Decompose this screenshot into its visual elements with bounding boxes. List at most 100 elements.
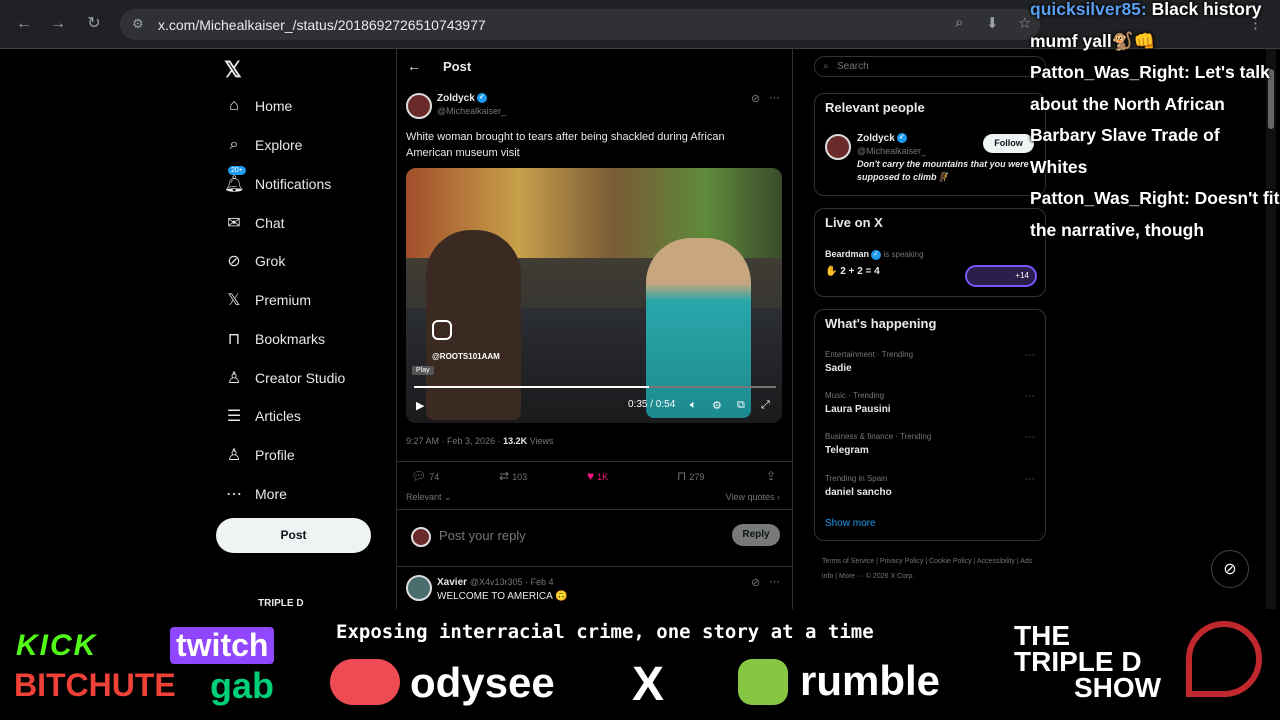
play-icon[interactable]: ▶ xyxy=(416,399,424,412)
back-arrow-icon[interactable]: ← xyxy=(407,58,421,74)
grok-icon: ⊘ xyxy=(227,253,241,270)
fullscreen-icon[interactable]: ⤢ xyxy=(761,399,770,412)
more-icon[interactable]: ⋯ xyxy=(1025,474,1035,485)
volume-icon[interactable]: 🔈︎ xyxy=(690,399,697,412)
follow-button[interactable]: Follow xyxy=(983,134,1034,153)
tweet-handle[interactable]: @Michealkaiser_ xyxy=(437,106,506,116)
account-name[interactable]: TRIPLE D xyxy=(258,598,304,609)
author-name[interactable]: Zoldyck xyxy=(437,93,475,104)
page-title: Post xyxy=(443,59,472,74)
sidebar-item-premium[interactable]: 𝕏 Premium xyxy=(224,288,311,312)
person-handle[interactable]: @Michealkaiser_ xyxy=(857,146,926,156)
reply-action[interactable]: 💬︎ 74 xyxy=(411,469,439,483)
show-logo: THE TRIPLE D SHOW xyxy=(1014,622,1161,702)
x-logo: X xyxy=(632,658,665,711)
sidebar-item-notifications[interactable]: 🔔︎ 20+ Notifications xyxy=(224,166,331,196)
tweet-author[interactable]: Zoldyck ✓ xyxy=(437,93,487,104)
address-bar[interactable]: ⚙ x.com/Michealkaiser_/status/2018692726… xyxy=(120,9,1040,40)
live-host[interactable]: Beardman ✓ is speaking xyxy=(825,249,924,260)
settings-icon[interactable]: ⚙ xyxy=(712,399,722,412)
reply-text: WELCOME TO AMERICA 🙃 xyxy=(437,591,568,602)
more-icon[interactable]: ⋯ xyxy=(1025,432,1035,443)
trend-name[interactable]: Laura Pausini xyxy=(825,404,891,415)
reply-count: 74 xyxy=(429,472,440,482)
avatar[interactable] xyxy=(406,575,432,601)
grok-icon[interactable]: ⊘ xyxy=(751,92,760,105)
twitch-logo: twitch xyxy=(170,627,275,664)
reply-author[interactable]: Xavier @X4v13r305 · Feb 4 xyxy=(437,577,554,588)
more-icon[interactable]: ⋯ xyxy=(1025,391,1035,402)
reply-button[interactable]: Reply xyxy=(732,524,780,546)
grok-fab-icon[interactable]: ⊘ xyxy=(1211,550,1249,588)
sidebar-item-creator-studio[interactable]: ♙ Creator Studio xyxy=(224,366,345,390)
install-icon[interactable]: ⬇ xyxy=(986,14,999,32)
sidebar-item-bookmarks[interactable]: ⊓ Bookmarks xyxy=(224,327,325,351)
search-icon: ⌕ xyxy=(823,61,829,72)
post-button[interactable]: Post xyxy=(216,518,371,553)
video-person-right xyxy=(646,238,751,418)
x-premium-icon: 𝕏 xyxy=(227,292,241,309)
zoom-icon[interactable]: ⌕ xyxy=(955,14,963,31)
sort-dropdown[interactable]: Relevant ⌄ xyxy=(406,492,452,503)
bookmark-icon: ⊓ xyxy=(677,469,687,483)
grok-icon[interactable]: ⊘ xyxy=(751,576,760,589)
tweet-meta: 9:27 AM · Feb 3, 2026 · 13.2K Views xyxy=(406,436,553,446)
sidebar-item-label: Grok xyxy=(255,253,286,269)
reply-input[interactable]: Post your reply xyxy=(439,528,526,543)
back-icon[interactable]: ← xyxy=(14,14,34,34)
sidebar-item-more[interactable]: ⋯ More xyxy=(224,482,287,506)
pip-icon[interactable]: ⧉ xyxy=(737,399,745,412)
share-icon[interactable]: ⇪ xyxy=(766,469,779,483)
trend-name[interactable]: daniel sancho xyxy=(825,487,892,498)
x-logo-icon[interactable]: 𝕏 xyxy=(224,57,242,83)
right-sidebar: ⌕ Search Relevant people Zoldyck ✓ @Miche… xyxy=(812,49,1046,609)
url-text[interactable]: x.com/Michealkaiser_/status/201869272651… xyxy=(158,17,486,33)
reload-icon[interactable]: ↻ xyxy=(84,14,104,34)
video-watermark: @ROOTS101AAM xyxy=(432,352,500,361)
play-tooltip: Play xyxy=(412,366,434,375)
chat-user: Patton_Was_Right: xyxy=(1030,62,1190,82)
listeners-badge[interactable]: +14 xyxy=(965,265,1037,287)
trend-name[interactable]: Telegram xyxy=(825,445,869,456)
sidebar-item-label: Profile xyxy=(255,447,295,463)
more-icon[interactable]: ⋯ xyxy=(769,91,780,104)
footer-links[interactable]: Terms of Service | Privacy Policy | Cook… xyxy=(822,554,1042,584)
divider xyxy=(397,461,792,462)
stream-chat-overlay: quicksilver85: Black history mumf yall🐒👊… xyxy=(1030,0,1280,246)
sidebar-item-label: Articles xyxy=(255,408,301,424)
repost-action[interactable]: ⇄ 103 xyxy=(499,469,527,483)
trend-name[interactable]: Sadie xyxy=(825,363,852,374)
avatar[interactable] xyxy=(406,93,432,119)
more-icon[interactable]: ⋯ xyxy=(1025,350,1035,361)
bookmark-action[interactable]: ⊓ 279 xyxy=(677,469,704,483)
sidebar-item-profile[interactable]: ♙ Profile xyxy=(224,443,295,467)
bitchute-logo: BITCHUTE xyxy=(14,667,176,703)
view-quotes-link[interactable]: View quotes › xyxy=(726,492,780,502)
like-action[interactable]: ♥ 1K xyxy=(587,469,608,483)
search-input[interactable]: ⌕ Search xyxy=(814,56,1046,77)
forward-icon[interactable]: → xyxy=(48,14,68,34)
video-time: 0:35 / 0:54 xyxy=(628,399,676,410)
banner-ticker: Exposing interracial crime, one story at… xyxy=(336,621,874,643)
tweet-time[interactable]: 9:27 AM · Feb 3, 2026 · xyxy=(406,436,503,446)
repost-count: 103 xyxy=(512,472,528,482)
sidebar-item-label: Creator Studio xyxy=(255,370,346,386)
person-name-text[interactable]: Zoldyck xyxy=(857,133,895,144)
person-name[interactable]: Zoldyck ✓ xyxy=(857,133,907,144)
video-player[interactable]: @ROOTS101AAM Play ▶ 0:35 / 0:54 🔈︎ ⚙ ⧉ ⤢ xyxy=(406,168,782,423)
sidebar-item-articles[interactable]: ☰ Articles xyxy=(224,404,301,428)
rumble-icon xyxy=(738,659,788,705)
avatar[interactable] xyxy=(825,134,851,160)
site-info-icon[interactable]: ⚙ xyxy=(132,16,144,32)
sidebar-item-home[interactable]: ⌂ Home xyxy=(224,94,292,118)
live-topic[interactable]: ✋ 2 + 2 = 4 xyxy=(825,266,880,277)
whats-happening-card: What's happening Entertainment · Trendin… xyxy=(814,309,1046,541)
more-icon[interactable]: ⋯ xyxy=(769,575,780,588)
show-more-link[interactable]: Show more xyxy=(825,518,876,529)
sidebar-item-chat[interactable]: ✉ Chat xyxy=(224,211,284,235)
sidebar-item-explore[interactable]: ⌕ Explore xyxy=(224,133,303,157)
sidebar-item-grok[interactable]: ⊘ Grok xyxy=(224,249,285,273)
video-progress-bar[interactable] xyxy=(414,386,776,388)
reply-author-name[interactable]: Xavier xyxy=(437,577,467,588)
notification-badge: 20+ xyxy=(228,166,246,175)
